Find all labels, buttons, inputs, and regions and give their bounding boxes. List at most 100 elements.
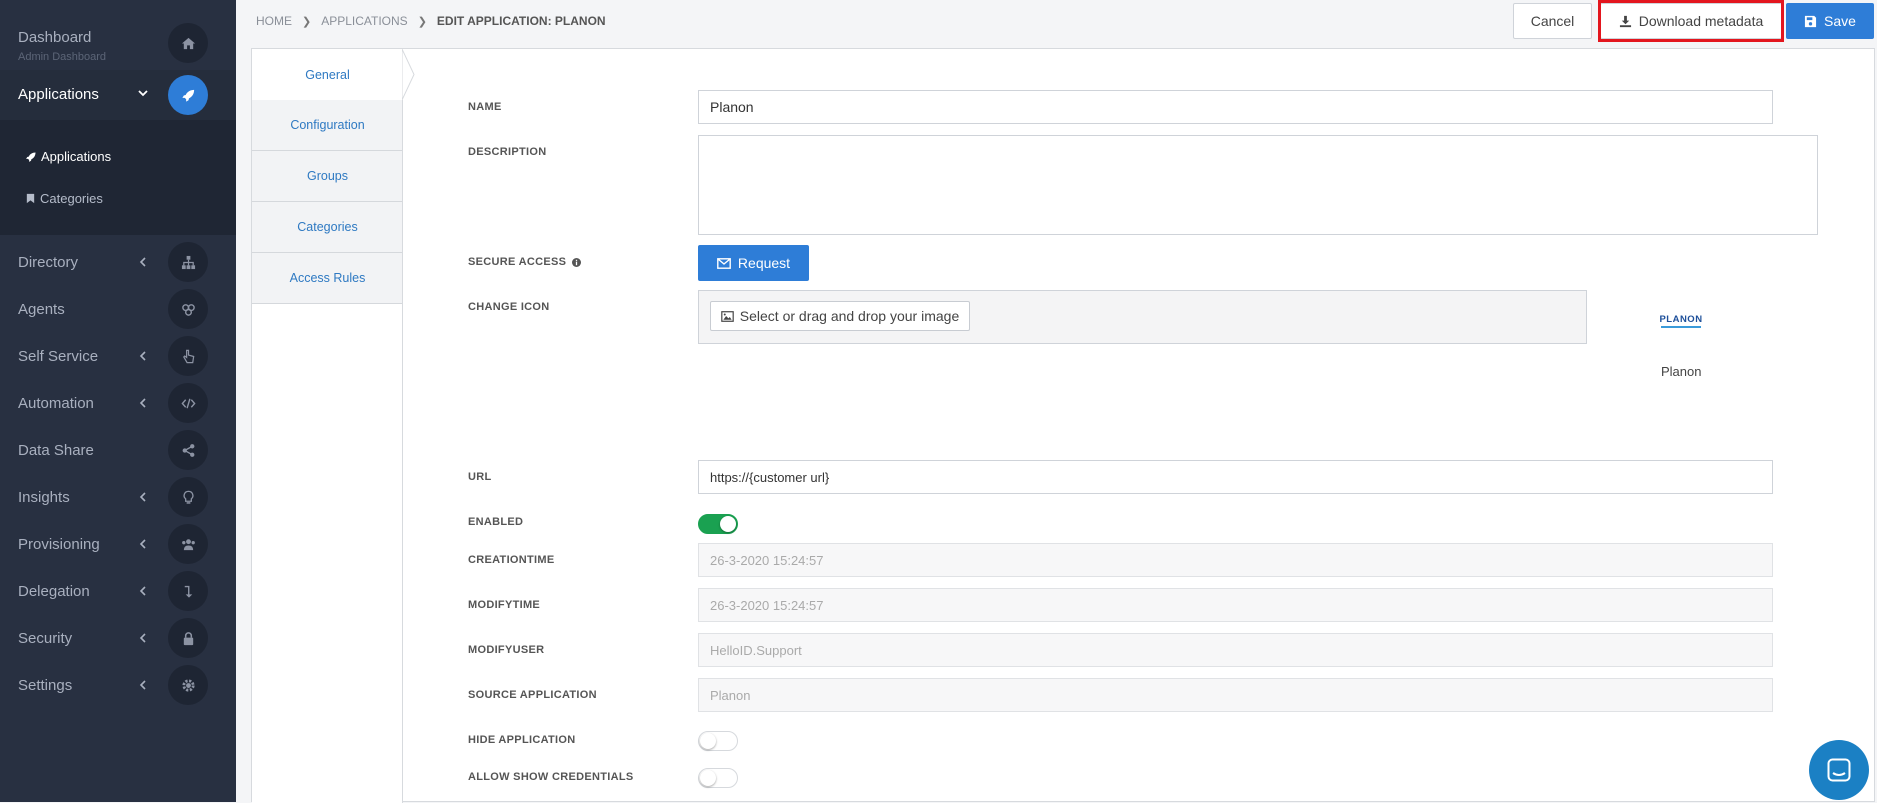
icon-preview-name: Planon	[1661, 364, 1702, 379]
save-button-label: Save	[1824, 13, 1856, 29]
chat-icon	[1827, 758, 1851, 782]
active-tab-arrow	[402, 49, 415, 100]
sidebar-item-label: Delegation	[18, 583, 90, 600]
sidebar-item-automation[interactable]: Automation	[0, 380, 236, 427]
sidebar-item-delegation[interactable]: Delegation	[0, 568, 236, 615]
cancel-button-label: Cancel	[1530, 13, 1575, 29]
sidebar-subtitle: Admin Dashboard	[18, 51, 107, 63]
breadcrumb-current: EDIT APPLICATION: PLANON	[436, 14, 606, 28]
sidebar-item-label: Self Service	[18, 348, 99, 365]
rocket-icon	[25, 151, 37, 163]
planon-logo-text: PLANON	[1659, 314, 1703, 325]
code-icon	[168, 383, 208, 423]
sidebar-item-label: Settings	[18, 677, 73, 694]
sidebar-item-label: Security	[18, 630, 73, 647]
tab-categories[interactable]: Categories	[252, 202, 403, 253]
sidebar-item-settings[interactable]: Settings	[0, 662, 236, 709]
name-input[interactable]: Planon	[698, 90, 1773, 124]
sidebar-item-agents[interactable]: Agents	[0, 286, 236, 333]
sidebar-item-label: Insights	[18, 489, 70, 506]
lightbulb-icon	[168, 477, 208, 517]
tab-groups[interactable]: Groups	[252, 151, 403, 202]
tab-general[interactable]: General	[252, 49, 403, 100]
chevron-left-icon	[138, 539, 148, 549]
select-image-button[interactable]: Select or drag and drop your image	[710, 301, 970, 331]
sidebar-item-applications[interactable]: Applications	[0, 70, 236, 120]
tab-configuration[interactable]: Configuration	[252, 100, 403, 151]
description-label: DESCRIPTION	[468, 146, 547, 158]
sitemap-icon	[168, 242, 208, 282]
sidebar-item-label: Directory	[18, 254, 79, 271]
enabled-label: ENABLED	[468, 516, 524, 528]
toggle-knob	[700, 770, 716, 786]
cancel-button[interactable]: Cancel	[1513, 3, 1592, 39]
request-button[interactable]: Request	[698, 245, 809, 281]
delegation-icon	[168, 571, 208, 611]
icon-drop-zone[interactable]: Select or drag and drop your image	[698, 290, 1587, 344]
chevron-left-icon	[138, 586, 148, 596]
sidebar-item-directory[interactable]: Directory	[0, 239, 236, 286]
tab-list: General Configuration Groups Categories …	[252, 49, 415, 803]
sidebar-subitem-applications[interactable]: Applications	[25, 149, 111, 164]
gear-icon	[168, 665, 208, 705]
sidebar-item-provisioning[interactable]: Provisioning	[0, 521, 236, 568]
enabled-toggle[interactable]	[698, 514, 738, 534]
sidebar-subitem-label: Applications	[41, 149, 112, 164]
sidebar: Dashboard Admin Dashboard Applications A…	[0, 0, 236, 802]
hand-pointer-icon	[168, 336, 208, 376]
hide-application-label: HIDE APPLICATION	[468, 734, 576, 746]
envelope-icon	[717, 257, 731, 269]
bookmark-icon	[25, 193, 36, 204]
chevron-left-icon	[138, 492, 148, 502]
highlight-box	[1598, 0, 1784, 42]
change-icon-label: CHANGE ICON	[468, 301, 550, 313]
chevron-right-icon: ❯	[302, 15, 312, 28]
toggle-knob	[700, 733, 716, 749]
chevron-left-icon	[138, 257, 148, 267]
name-label: NAME	[468, 101, 502, 113]
sidebar-item-insights[interactable]: Insights	[0, 474, 236, 521]
creationtime-field: 26-3-2020 15:24:57	[698, 543, 1773, 577]
url-label: URL	[468, 471, 492, 483]
sidebar-applications-section: Applications Applications Categories	[0, 70, 236, 235]
source-application-label: SOURCE APPLICATION	[468, 689, 597, 701]
sidebar-item-self-service[interactable]: Self Service	[0, 333, 236, 380]
sidebar-item-label: Automation	[18, 395, 94, 412]
chevron-left-icon	[138, 680, 148, 690]
creationtime-label: CREATIONTIME	[468, 554, 555, 566]
users-icon	[168, 524, 208, 564]
floppy-disk-icon	[1804, 15, 1817, 28]
sidebar-item-label: Applications	[18, 86, 99, 103]
agents-icon	[168, 289, 208, 329]
lock-icon	[168, 618, 208, 658]
sidebar-subitem-categories[interactable]: Categories	[25, 191, 103, 206]
chevron-left-icon	[138, 633, 148, 643]
url-input[interactable]: https://{customer url}	[698, 460, 1773, 494]
chevron-left-icon	[138, 351, 148, 361]
allow-show-credentials-toggle[interactable]	[698, 768, 738, 788]
toggle-knob	[720, 516, 736, 532]
home-icon	[168, 23, 208, 63]
description-textarea[interactable]	[698, 135, 1818, 235]
modifytime-field: 26-3-2020 15:24:57	[698, 588, 1773, 622]
save-button[interactable]: Save	[1786, 3, 1874, 39]
sidebar-item-label: Provisioning	[18, 536, 100, 553]
chat-launcher-button[interactable]	[1809, 740, 1869, 800]
request-button-label: Request	[737, 255, 791, 271]
allow-show-credentials-label: ALLOW SHOW CREDENTIALS	[468, 771, 634, 783]
tab-access-rules[interactable]: Access Rules	[252, 253, 403, 304]
breadcrumb-home[interactable]: HOME	[256, 14, 292, 28]
select-image-label: Select or drag and drop your image	[739, 308, 960, 324]
source-application-field: Planon	[698, 678, 1773, 712]
rocket-icon	[168, 75, 208, 115]
chevron-down-icon	[138, 88, 148, 98]
sidebar-item-security[interactable]: Security	[0, 615, 236, 662]
info-icon[interactable]	[572, 257, 582, 267]
planon-logo-line	[1661, 326, 1701, 328]
secure-access-text: SECURE ACCESS	[468, 256, 567, 268]
breadcrumb-applications[interactable]: APPLICATIONS	[321, 14, 407, 28]
sidebar-item-label: Agents	[18, 301, 65, 318]
modifyuser-label: MODIFYUSER	[468, 644, 545, 656]
sidebar-item-data-share[interactable]: Data Share	[0, 427, 236, 474]
hide-application-toggle[interactable]	[698, 731, 738, 751]
